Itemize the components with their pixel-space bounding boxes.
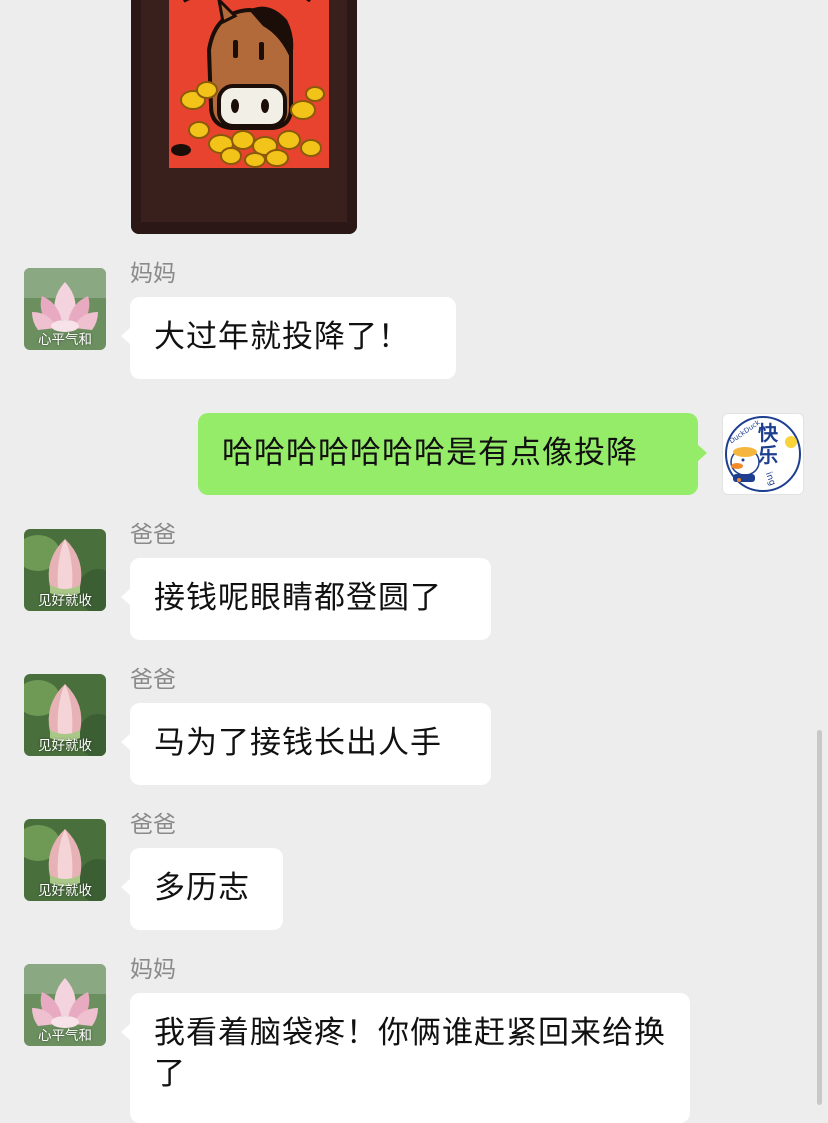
avatar-dad[interactable]: 见好就收 xyxy=(24,674,106,756)
image-message-horse-painting[interactable] xyxy=(131,0,357,234)
avatar-mom[interactable]: 心平气和 xyxy=(24,268,106,350)
avatar-dad[interactable]: 见好就收 xyxy=(24,529,106,611)
scrollbar[interactable] xyxy=(817,730,822,1105)
avatar-mom[interactable]: 心平气和 xyxy=(24,964,106,1046)
avatar-caption: 见好就收 xyxy=(38,883,92,899)
message-bubble[interactable]: 马为了接钱长出人手 xyxy=(121,703,491,785)
sender-name: 妈妈 xyxy=(130,957,176,983)
avatar-caption: 心平气和 xyxy=(38,332,92,348)
sender-name: 爸爸 xyxy=(130,812,176,838)
message-bubble[interactable]: 我看着脑袋疼！你俩谁赶紧回来给换了 xyxy=(121,993,690,1123)
avatar-caption: 心平气和 xyxy=(38,1028,92,1044)
avatar-self[interactable]: 快乐 DuckDuck ing xyxy=(722,413,804,495)
self-avatar-text-main: 快乐 xyxy=(758,421,778,467)
avatar-caption: 见好就收 xyxy=(38,593,92,609)
sender-name: 妈妈 xyxy=(130,261,176,287)
message-bubble-outgoing[interactable]: 哈哈哈哈哈哈哈是有点像投降 xyxy=(198,413,707,495)
message-bubble[interactable]: 多历志 xyxy=(121,848,283,930)
avatar-dad[interactable]: 见好就收 xyxy=(24,819,106,901)
sender-name: 爸爸 xyxy=(130,522,176,548)
chat-message-list[interactable]: 心平气和 妈妈 大过年就投降了！ 哈哈哈哈哈哈哈是有点像投降 快乐 DuckDu… xyxy=(0,0,828,1123)
avatar-caption: 见好就收 xyxy=(38,738,92,754)
message-bubble[interactable]: 大过年就投降了！ xyxy=(121,297,456,379)
sender-name: 爸爸 xyxy=(130,667,176,693)
message-bubble[interactable]: 接钱呢眼睛都登圆了 xyxy=(121,558,491,640)
